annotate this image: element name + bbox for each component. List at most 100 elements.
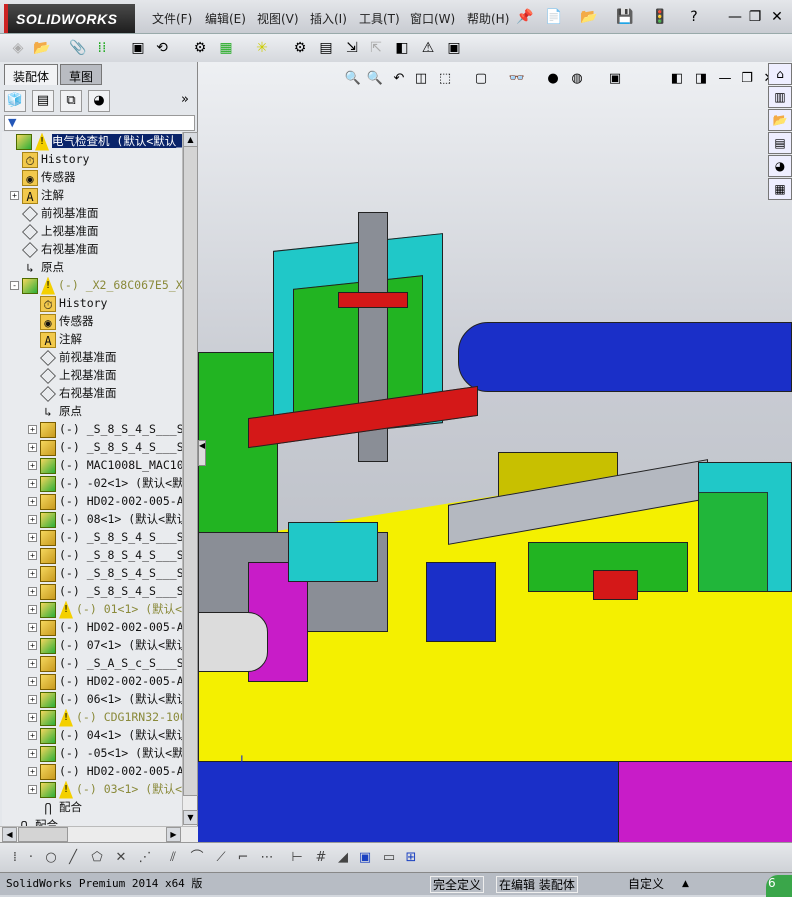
tree-item[interactable]: +! (-) 03<1> (默认<默 — [28, 780, 182, 799]
tree-item[interactable]: + A 注解 — [10, 186, 64, 204]
scroll-down-arrow[interactable]: ▼ — [183, 810, 198, 825]
expand-toggle-icon[interactable]: + — [28, 605, 37, 614]
mate-paperclip-icon[interactable]: 📎 — [68, 38, 88, 58]
solidworks-resources-icon[interactable]: ⌂ — [768, 63, 792, 85]
display-style-icon[interactable]: ▢ — [472, 70, 490, 88]
insert-component-icon[interactable]: 📂 — [32, 38, 52, 58]
tree-item[interactable]: + (-) HD02-002-005-A28 — [28, 762, 182, 780]
scroll-thumb[interactable] — [183, 146, 198, 796]
offset-icon[interactable]: ⋰ — [136, 849, 154, 867]
instant3d-icon[interactable]: ▣ — [444, 38, 464, 58]
trim-icon[interactable]: ✕ — [112, 849, 130, 867]
linear-pattern-icon[interactable]: ⁞⁞ — [92, 38, 112, 58]
expand-toggle-icon[interactable]: + — [28, 785, 37, 794]
rebuild-traffic-light-icon[interactable]: 🚦 — [651, 8, 669, 26]
tree-item[interactable]: + (-) HD02-002-005-A20 — [28, 618, 182, 636]
appearances-icon[interactable]: ◕ — [768, 155, 792, 177]
expand-toggle-icon[interactable]: + — [28, 425, 37, 434]
tree-item[interactable]: + (-) _S_8_S_4_S___S_^ — [28, 438, 182, 456]
restore-button[interactable]: ❐ — [746, 8, 764, 26]
smart-fasteners-icon[interactable]: ▣ — [128, 38, 148, 58]
tab-sketch[interactable]: 草图 — [60, 64, 103, 85]
plane-icon[interactable]: ◢ — [334, 849, 352, 867]
new-document-icon[interactable]: 📄 — [545, 8, 563, 26]
corner-rectangle-icon[interactable]: ⌐ — [234, 849, 252, 867]
previous-view-icon[interactable]: ↶ — [390, 70, 408, 88]
tree-filter-input[interactable]: ▼ — [4, 115, 195, 131]
tree-item[interactable]: + (-) 08<1> (默认<默认 — [28, 510, 182, 528]
tree-item[interactable]: + (-) _S_A_S_c_S___S_^ — [28, 654, 182, 672]
fillet-icon[interactable]: ⌒ — [188, 849, 206, 867]
zoom-to-area-icon[interactable]: 🔍 — [366, 70, 384, 88]
tree-item[interactable]: A 注解 — [28, 330, 82, 348]
viewport-split-right-icon[interactable]: ◨ — [692, 70, 710, 88]
expand-toggle-icon[interactable]: + — [28, 569, 37, 578]
reference-geometry-icon[interactable]: ✳ — [252, 38, 272, 58]
section-view-icon[interactable]: ◫ — [412, 70, 430, 88]
units-selector[interactable]: 自定义 — [626, 876, 666, 893]
expand-toggle-icon[interactable]: + — [28, 587, 37, 596]
notification-badge[interactable]: 6 — [766, 875, 792, 897]
save-icon[interactable]: 💾 — [616, 8, 634, 26]
tree-item[interactable]: 前视基准面 — [10, 204, 99, 222]
expand-toggle-icon[interactable]: + — [28, 551, 37, 560]
tree-item[interactable]: ⋂ 配合 — [28, 798, 82, 816]
tree-item[interactable]: ◉ 传感器 — [10, 168, 76, 186]
tree-item[interactable]: ⏱ History — [28, 294, 107, 312]
tree-item[interactable]: ↳ 原点 — [28, 402, 82, 420]
tree-item[interactable]: ↳ 原点 — [10, 258, 64, 276]
menu-edit[interactable]: 编辑(E) — [205, 10, 246, 27]
help-button[interactable]: ? — [685, 8, 703, 26]
tree-item[interactable]: -!(-) _X2_68C067E5_X0_ — [10, 276, 182, 295]
tree-item[interactable]: + (-) HD02-002-005-A19 — [28, 672, 182, 690]
expand-toggle-icon[interactable]: + — [28, 461, 37, 470]
menu-file[interactable]: 文件(F) — [152, 10, 192, 27]
view-orientation-icon[interactable]: ⬚ — [436, 70, 454, 88]
grid-icon[interactable]: # — [312, 849, 330, 867]
scroll-right-arrow[interactable]: ▶ — [166, 827, 181, 842]
tab-assembly[interactable]: 装配体 — [4, 64, 59, 85]
line-icon[interactable]: ╱ — [64, 849, 82, 867]
expand-toggle-icon[interactable]: + — [28, 623, 37, 632]
expand-toggle-icon[interactable]: + — [28, 515, 37, 524]
collapse-toggle-icon[interactable]: - — [10, 281, 19, 290]
expand-toggle-icon[interactable]: + — [28, 479, 37, 488]
view-palette-icon[interactable]: ▤ — [768, 132, 792, 154]
tree-item[interactable]: 前视基准面 — [28, 348, 117, 366]
expand-toggle-icon[interactable]: + — [10, 191, 19, 200]
viewport-minimize-icon[interactable]: — — [716, 70, 734, 88]
tree-item[interactable]: 右视基准面 — [10, 240, 99, 258]
tree-item[interactable]: + (-) _S_8_S_4_S___S_^ — [28, 528, 182, 546]
expand-toggle-icon[interactable]: + — [28, 731, 37, 740]
expand-toggle-icon[interactable]: + — [28, 677, 37, 686]
configuration-manager-tab-icon[interactable]: ⧉ — [60, 90, 82, 112]
viewport-split-left-icon[interactable]: ◧ — [668, 70, 686, 88]
menu-help[interactable]: 帮助(H) — [467, 10, 509, 27]
bill-of-materials-icon[interactable]: ▤ — [316, 38, 336, 58]
edit-component-icon[interactable]: ◈ — [8, 38, 28, 58]
graphics-area-3d-model[interactable]: 🔍 🔍 ↶ ◫ ⬚ ▢ 👓 ● ◍ ▣ ◧ ◨ — ❐ ✕ ⊥ ◀ — [198, 62, 792, 842]
point-icon[interactable]: · — [22, 849, 40, 867]
tree-item[interactable]: + (-) _S_8_S_4_S___S_^ — [28, 546, 182, 564]
menu-insert[interactable]: 插入(I) — [310, 10, 347, 27]
apply-scene-icon[interactable]: ◍ — [568, 70, 586, 88]
expand-toggle-icon[interactable]: + — [28, 749, 37, 758]
expand-toggle-icon[interactable]: + — [28, 695, 37, 704]
expand-toggle-icon[interactable]: + — [28, 443, 37, 452]
display-manager-tab-icon[interactable]: ◕ — [88, 90, 110, 112]
tree-item[interactable]: + (-) _S_8_S_4_S___S_^ — [28, 564, 182, 582]
tree-item[interactable]: 右视基准面 — [28, 384, 117, 402]
viewport-restore-icon[interactable]: ❐ — [738, 70, 756, 88]
expand-toggle-icon[interactable]: + — [28, 659, 37, 668]
custom-properties-icon[interactable]: ▦ — [768, 178, 792, 200]
tree-item[interactable]: ⋂ 配合 — [4, 816, 58, 826]
tree-item[interactable]: + (-) MAC1008L_MAC1008 — [28, 456, 182, 474]
tree-item[interactable]: ! 电气检查机 (默认<默认_显 — [4, 132, 182, 151]
tree-item[interactable]: +! (-) CDG1RN32-100- — [28, 708, 182, 727]
property-manager-tab-icon[interactable]: ▤ — [32, 90, 54, 112]
view-cube-icon[interactable]: ▣ — [356, 849, 374, 867]
chamfer-icon[interactable]: ⟋ — [212, 849, 230, 867]
circle-icon[interactable]: ○ — [42, 849, 60, 867]
zoom-to-fit-icon[interactable]: 🔍 — [344, 70, 362, 88]
filter-icon[interactable]: ▼ — [8, 116, 16, 129]
